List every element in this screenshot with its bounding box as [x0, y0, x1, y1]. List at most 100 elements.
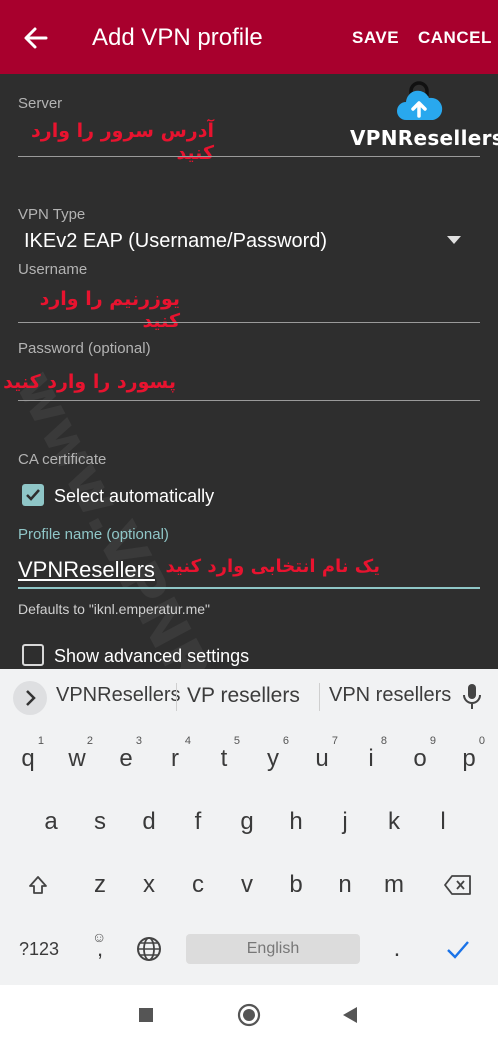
show-advanced-checkbox[interactable]: [22, 644, 44, 666]
suggestion-divider: [319, 683, 320, 711]
key-b[interactable]: b: [276, 860, 316, 910]
checkmark-icon: [26, 489, 40, 501]
key-t[interactable]: t5: [204, 734, 244, 784]
suggestion-divider: [176, 683, 177, 711]
key-label: w: [68, 745, 86, 772]
home-circle-icon[interactable]: [237, 1003, 261, 1027]
key-p[interactable]: p0: [449, 734, 489, 784]
key-r[interactable]: r4: [155, 734, 195, 784]
key-e[interactable]: e3: [106, 734, 146, 784]
profile-name-hint: یک نام انتخابی وارد کنید: [165, 556, 380, 577]
key-label: o: [413, 745, 427, 772]
key-z[interactable]: z: [80, 860, 120, 910]
key-a[interactable]: a: [31, 797, 71, 847]
comma-key[interactable]: ☺ ,: [80, 924, 120, 974]
page-title: Add VPN profile: [92, 24, 263, 51]
period-key[interactable]: .: [377, 924, 417, 974]
profile-name-helper: Defaults to "iknl.emperatur.me": [18, 601, 211, 617]
soft-keyboard: VPNResellers VP resellers VPN resellers …: [0, 669, 498, 985]
key-label: p: [462, 745, 476, 772]
save-button[interactable]: SAVE: [352, 28, 399, 48]
backspace-icon: [444, 875, 471, 895]
select-automatically-label: Select automatically: [54, 486, 215, 506]
back-button[interactable]: [18, 20, 54, 56]
server-label: Server: [18, 95, 63, 112]
brand-logo: VPNResellers: [350, 80, 498, 160]
key-l[interactable]: l: [423, 797, 463, 847]
key-h[interactable]: h: [276, 797, 316, 847]
shift-key[interactable]: [18, 860, 58, 910]
vpn-profile-screen: Add VPN profile SAVE CANCEL www.VPNResel…: [0, 0, 498, 1045]
key-u[interactable]: u7: [302, 734, 342, 784]
key-s[interactable]: s: [80, 797, 120, 847]
key-w[interactable]: w2: [57, 734, 97, 784]
globe-icon: [137, 937, 161, 961]
server-input[interactable]: [18, 156, 480, 157]
key-i[interactable]: i8: [351, 734, 391, 784]
backspace-key[interactable]: [438, 860, 478, 910]
key-c[interactable]: c: [178, 860, 218, 910]
key-label: u: [315, 745, 329, 772]
key-number-hint: 0: [478, 735, 485, 747]
key-label: q: [21, 745, 35, 772]
key-label: t: [220, 745, 228, 772]
select-automatically-checkbox[interactable]: [22, 484, 44, 506]
microphone-icon[interactable]: [462, 683, 482, 711]
suggestion-2[interactable]: VP resellers: [187, 684, 300, 708]
shift-arrow-icon: [29, 876, 47, 894]
check-icon: [447, 941, 469, 959]
password-hint: پسورد را وارد کنید: [3, 371, 176, 393]
symbols-key[interactable]: ?123: [12, 924, 66, 974]
key-number-hint: 1: [37, 735, 44, 747]
server-hint: آدرس سرور را وارد کنید: [31, 120, 214, 164]
ca-certificate-label: CA certificate: [18, 451, 107, 468]
language-key[interactable]: [129, 924, 169, 974]
key-v[interactable]: v: [227, 860, 267, 910]
key-number-hint: 3: [135, 735, 142, 747]
back-triangle-icon[interactable]: [342, 1006, 358, 1024]
app-bar: Add VPN profile SAVE CANCEL: [0, 0, 498, 74]
key-n[interactable]: n: [325, 860, 365, 910]
expand-suggestions-button[interactable]: [13, 681, 47, 715]
username-input[interactable]: [18, 322, 480, 323]
key-x[interactable]: x: [129, 860, 169, 910]
enter-key[interactable]: [438, 924, 478, 974]
show-advanced-label: Show advanced settings: [54, 646, 250, 666]
key-f[interactable]: f: [178, 797, 218, 847]
vpn-type-select[interactable]: IKEv2 EAP (Username/Password): [24, 230, 327, 253]
key-y[interactable]: y6: [253, 734, 293, 784]
key-g[interactable]: g: [227, 797, 267, 847]
password-label: Password (optional): [18, 340, 151, 357]
key-number-hint: 7: [331, 735, 338, 747]
key-number-hint: 8: [380, 735, 387, 747]
key-label: e: [119, 745, 133, 772]
profile-name-input[interactable]: VPNResellers: [18, 557, 155, 583]
chevron-right-icon: [26, 690, 36, 706]
key-number-hint: 6: [282, 735, 289, 747]
suggestion-3[interactable]: VPN resellers: [329, 684, 451, 707]
key-d[interactable]: d: [129, 797, 169, 847]
username-hint: یوزرنیم را وارد کنید: [39, 288, 180, 332]
suggestion-bar: VPNResellers VP resellers VPN resellers: [0, 669, 498, 725]
space-key[interactable]: English: [186, 934, 360, 964]
profile-name-underline: [18, 587, 480, 589]
key-m[interactable]: m: [374, 860, 414, 910]
arrow-left-icon: [24, 27, 48, 49]
key-label: r: [171, 745, 179, 772]
dropdown-arrow-icon[interactable]: [447, 236, 461, 244]
key-number-hint: 2: [86, 735, 93, 747]
key-k[interactable]: k: [374, 797, 414, 847]
cancel-button[interactable]: CANCEL: [418, 28, 492, 48]
profile-name-label: Profile name (optional): [18, 526, 169, 543]
suggestion-1[interactable]: VPNResellers: [56, 684, 180, 707]
recents-square-icon[interactable]: [138, 1007, 154, 1023]
key-number-hint: 4: [184, 735, 191, 747]
key-q[interactable]: q1: [8, 734, 48, 784]
key-o[interactable]: o9: [400, 734, 440, 784]
emoji-hint-icon: ☺: [92, 929, 107, 945]
key-j[interactable]: j: [325, 797, 365, 847]
password-input[interactable]: [18, 400, 480, 401]
key-number-hint: 9: [429, 735, 436, 747]
username-label: Username: [18, 261, 88, 278]
vpn-type-label: VPN Type: [18, 206, 86, 223]
